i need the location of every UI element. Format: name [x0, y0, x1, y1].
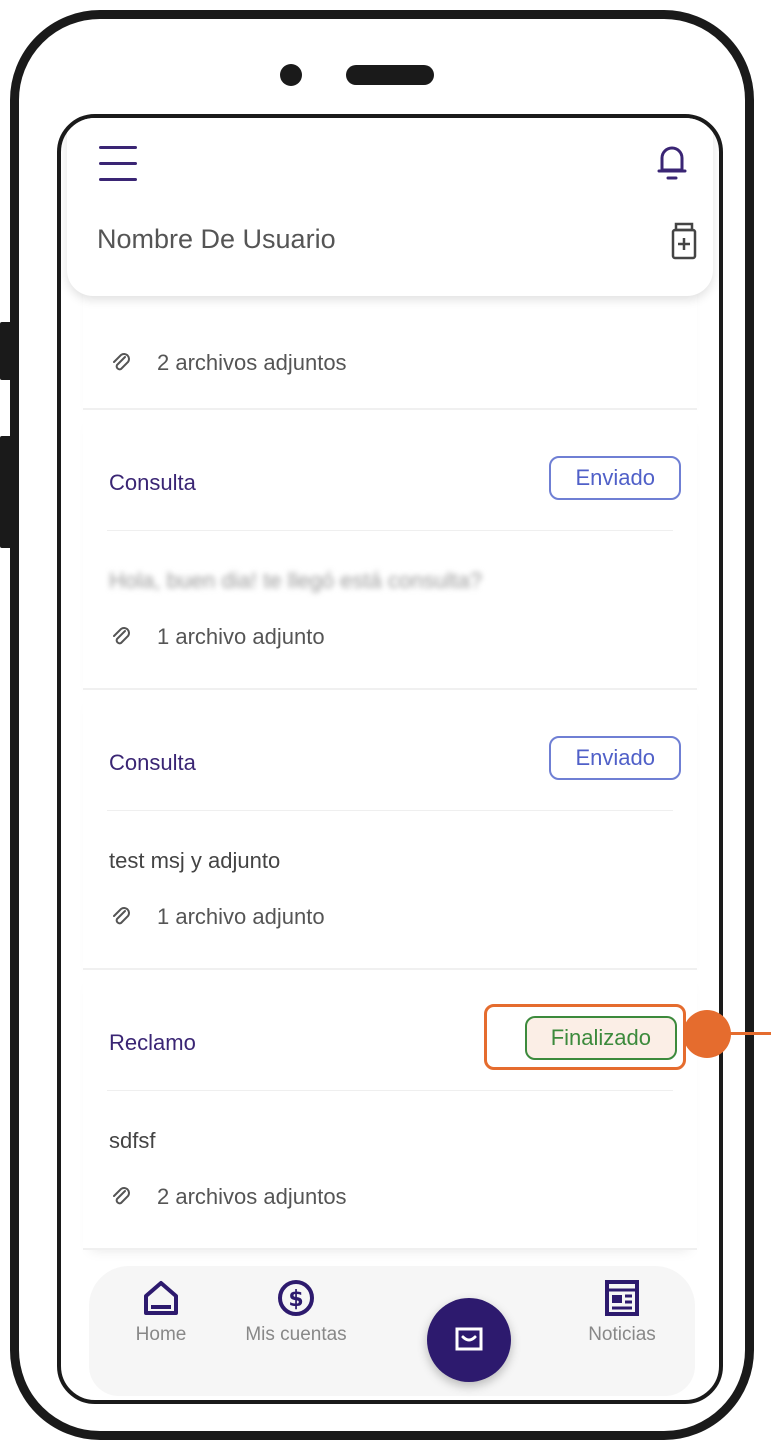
attachments-row[interactable]: 2 archivos adjuntos [109, 348, 347, 378]
dollar-circle-icon: $ [278, 1280, 314, 1316]
divider [107, 810, 673, 811]
news-icon [605, 1280, 639, 1316]
messages-feed[interactable]: 2 archivos adjuntos Consulta Enviado Hol… [61, 118, 719, 1400]
attachments-count: 2 archivos adjuntos [157, 1184, 347, 1209]
message-type: Reclamo [109, 1030, 196, 1055]
paperclip-icon [113, 627, 130, 645]
side-button-volume-down [0, 436, 12, 548]
home-icon [144, 1281, 178, 1315]
attachments-row[interactable]: 2 archivos adjuntos [109, 1182, 347, 1212]
nav-mis-cuentas[interactable]: $ Mis cuentas [221, 1278, 371, 1346]
attachments-row[interactable]: 1 archivo adjunto [109, 622, 325, 652]
app-header: Nombre De Usuario [67, 118, 713, 296]
menu-icon[interactable] [99, 144, 141, 184]
paperclip-icon [113, 1187, 130, 1205]
status-highlight-box [484, 1004, 686, 1070]
message-card[interactable]: Consulta Enviado test msj y adjunto 1 ar… [83, 690, 697, 970]
nav-mis-cuentas-label: Mis cuentas [245, 1324, 347, 1345]
status-badge: Enviado [549, 456, 681, 500]
message-text: test msj y adjunto [109, 848, 281, 873]
attachments-count: 1 archivo adjunto [157, 904, 325, 929]
chat-icon [455, 1327, 483, 1351]
username: Nombre De Usuario [97, 224, 336, 254]
svg-text:$: $ [288, 1287, 303, 1312]
nav-home-label: Home [135, 1324, 187, 1345]
message-card[interactable]: Consulta Enviado Hola, buen dia! te lleg… [83, 410, 697, 690]
callout-line [720, 1032, 771, 1035]
attachments-count: 2 archivos adjuntos [157, 350, 347, 375]
nav-noticias-label: Noticias [588, 1324, 656, 1345]
divider [107, 530, 673, 531]
message-text: sdfsf [109, 1128, 156, 1153]
status-badge: Enviado [549, 736, 681, 780]
nav-home[interactable]: Home [121, 1278, 201, 1346]
paperclip-icon [113, 353, 130, 371]
camera-dot [280, 64, 302, 86]
speaker-grille [346, 65, 434, 85]
message-type: Consulta [109, 750, 196, 775]
bottom-nav: Home $ Mis cuentas Noticias [89, 1266, 695, 1396]
message-text: Hola, buen dia! te llegó está consulta? [109, 568, 483, 593]
attachments-row[interactable]: 1 archivo adjunto [109, 902, 325, 932]
app-screen: 2 archivos adjuntos Consulta Enviado Hol… [57, 114, 723, 1404]
nav-noticias[interactable]: Noticias [567, 1278, 677, 1346]
paperclip-icon [113, 907, 130, 925]
chat-button[interactable] [427, 1298, 511, 1382]
medical-kit-icon[interactable] [671, 222, 697, 260]
side-button-volume-up [0, 322, 12, 380]
bell-icon[interactable] [657, 140, 687, 182]
message-type: Consulta [109, 470, 196, 495]
attachments-count: 1 archivo adjunto [157, 624, 325, 649]
divider [107, 1090, 673, 1091]
